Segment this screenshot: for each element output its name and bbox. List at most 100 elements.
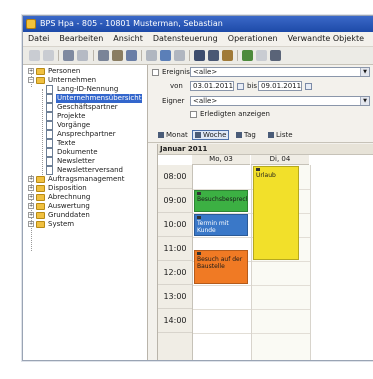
signee-select[interactable]: <alle> ▼ <box>190 96 370 106</box>
from-label: von <box>170 82 183 90</box>
menu-ansicht[interactable]: Ansicht <box>108 32 148 46</box>
calendar-icon[interactable] <box>305 83 312 90</box>
show-done-checkbox[interactable] <box>190 111 197 118</box>
paste-icon[interactable] <box>126 50 137 61</box>
open-icon[interactable] <box>43 50 54 61</box>
day-column-1[interactable]: Urlaub <box>252 165 311 360</box>
expand-icon[interactable]: + <box>28 194 34 200</box>
appointment[interactable]: Besuch auf der Baustelle <box>194 250 248 284</box>
menu-datensteuerung[interactable]: Datensteuerung <box>148 32 223 46</box>
chevron-down-icon: ▼ <box>360 97 369 105</box>
to-date-field[interactable]: 09.01.2011 <box>258 81 302 91</box>
view-list-button[interactable]: Liste <box>266 130 295 140</box>
appointment-marker-icon <box>197 192 201 195</box>
appointment[interactable]: Urlaub <box>253 166 299 260</box>
view-switcher: Monat Woche Tag Liste <box>148 128 373 143</box>
folder-icon <box>36 194 45 201</box>
hour-gridline <box>252 309 310 310</box>
expand-icon[interactable]: + <box>28 185 34 191</box>
view-month-button[interactable]: Monat <box>156 130 190 140</box>
window-title: BPS Hpa - 805 - 10801 Musterman, Sebasti… <box>40 19 223 28</box>
from-date-field[interactable]: 03.01.2011 <box>190 81 234 91</box>
expand-icon[interactable]: + <box>28 176 34 182</box>
day-view-icon <box>236 132 242 138</box>
expand-icon[interactable]: + <box>28 203 34 209</box>
dropdown-icon[interactable] <box>256 50 267 61</box>
forward-icon[interactable] <box>77 50 88 61</box>
calendar-icon[interactable] <box>237 83 244 90</box>
document-icon <box>46 157 53 166</box>
toolbar <box>23 47 373 65</box>
event-filter-checkbox[interactable] <box>152 69 159 76</box>
menu-verwandte-objekte[interactable]: Verwandte Objekte <box>283 32 369 46</box>
appointment-text: Termin mit Kunde <box>197 220 229 234</box>
hour-gridline <box>252 261 310 262</box>
find-icon[interactable] <box>194 50 205 61</box>
hour-gridline <box>193 333 251 334</box>
expand-icon[interactable]: + <box>28 212 34 218</box>
folder-icon <box>36 185 45 192</box>
hour-gridline <box>252 333 310 334</box>
expand-icon[interactable]: + <box>28 221 34 227</box>
document-icon <box>46 112 53 121</box>
back-icon[interactable] <box>63 50 74 61</box>
appointment[interactable]: Termin mit Kunde <box>194 214 248 236</box>
appointment[interactable]: Besuchsbesprechung <box>194 190 248 212</box>
title-bar: BPS Hpa - 805 - 10801 Musterman, Sebasti… <box>23 16 373 32</box>
copy-icon[interactable] <box>112 50 123 61</box>
document-icon <box>46 103 53 112</box>
calendar-panel: Ereignis <alle> ▼ von 03.01.2011 bis 09.… <box>148 65 373 360</box>
folder-icon <box>36 176 45 183</box>
copy-record-icon[interactable] <box>160 50 171 61</box>
document-icon <box>46 166 53 175</box>
hour-label: 10:00 <box>158 213 192 237</box>
binoculars-icon[interactable] <box>208 50 219 61</box>
hour-label: 13:00 <box>158 285 192 309</box>
document-icon <box>46 148 53 157</box>
folder-open-icon <box>36 77 45 84</box>
day-header-0: Mo, 03 <box>192 155 250 165</box>
appointment-marker-icon <box>197 252 201 255</box>
print-icon[interactable] <box>146 50 157 61</box>
collapse-icon[interactable]: − <box>28 77 34 83</box>
menu-bearbeiten[interactable]: Bearbeiten <box>54 32 108 46</box>
hour-gridline <box>252 285 310 286</box>
hour-label: 08:00 <box>158 165 192 189</box>
day-header-1: Di, 04 <box>251 155 309 165</box>
signee-label: Eigner <box>162 97 185 105</box>
folder-icon <box>36 203 45 210</box>
week-calendar: Januar 2011 Mo, 03 Di, 04 08:00 09:00 10:0… <box>157 144 373 360</box>
hour-gridline <box>193 285 251 286</box>
to-label: bis <box>247 82 258 90</box>
new-icon[interactable] <box>29 50 40 61</box>
event-select[interactable]: <alle> ▼ <box>190 67 370 77</box>
event-label: Ereignis <box>162 68 190 76</box>
appointment-text: Besuch auf der Baustelle <box>197 256 243 270</box>
hour-label: 14:00 <box>158 309 192 333</box>
month-view-icon <box>158 132 164 138</box>
filter-icon[interactable] <box>222 50 233 61</box>
folder-icon <box>36 68 45 75</box>
delete-icon[interactable] <box>174 50 185 61</box>
hour-gridline <box>193 237 251 238</box>
view-week-button[interactable]: Woche <box>192 130 230 140</box>
appointment-marker-icon <box>197 216 201 219</box>
settings-icon[interactable] <box>270 50 281 61</box>
expand-icon[interactable]: + <box>28 68 34 74</box>
list-view-icon <box>268 132 274 138</box>
folder-icon <box>36 221 45 228</box>
appointment-text: Besuchsbesprechung <box>197 196 247 203</box>
application-window: BPS Hpa - 805 - 10801 Musterman, Sebasti… <box>22 15 373 361</box>
day-column-0[interactable]: Besuchsbesprechung Termin mit Kunde Besuch… <box>193 165 252 360</box>
document-icon <box>46 139 53 148</box>
document-icon <box>46 94 53 103</box>
hour-label: 12:00 <box>158 261 192 285</box>
month-label: Januar 2011 <box>158 144 373 155</box>
globe-icon[interactable] <box>242 50 253 61</box>
view-day-button[interactable]: Tag <box>234 130 258 140</box>
appointment-marker-icon <box>256 168 260 171</box>
menu-datei[interactable]: Datei <box>23 32 54 46</box>
folder-icon <box>36 212 45 219</box>
cut-icon[interactable] <box>98 50 109 61</box>
menu-operationen[interactable]: Operationen <box>223 32 283 46</box>
